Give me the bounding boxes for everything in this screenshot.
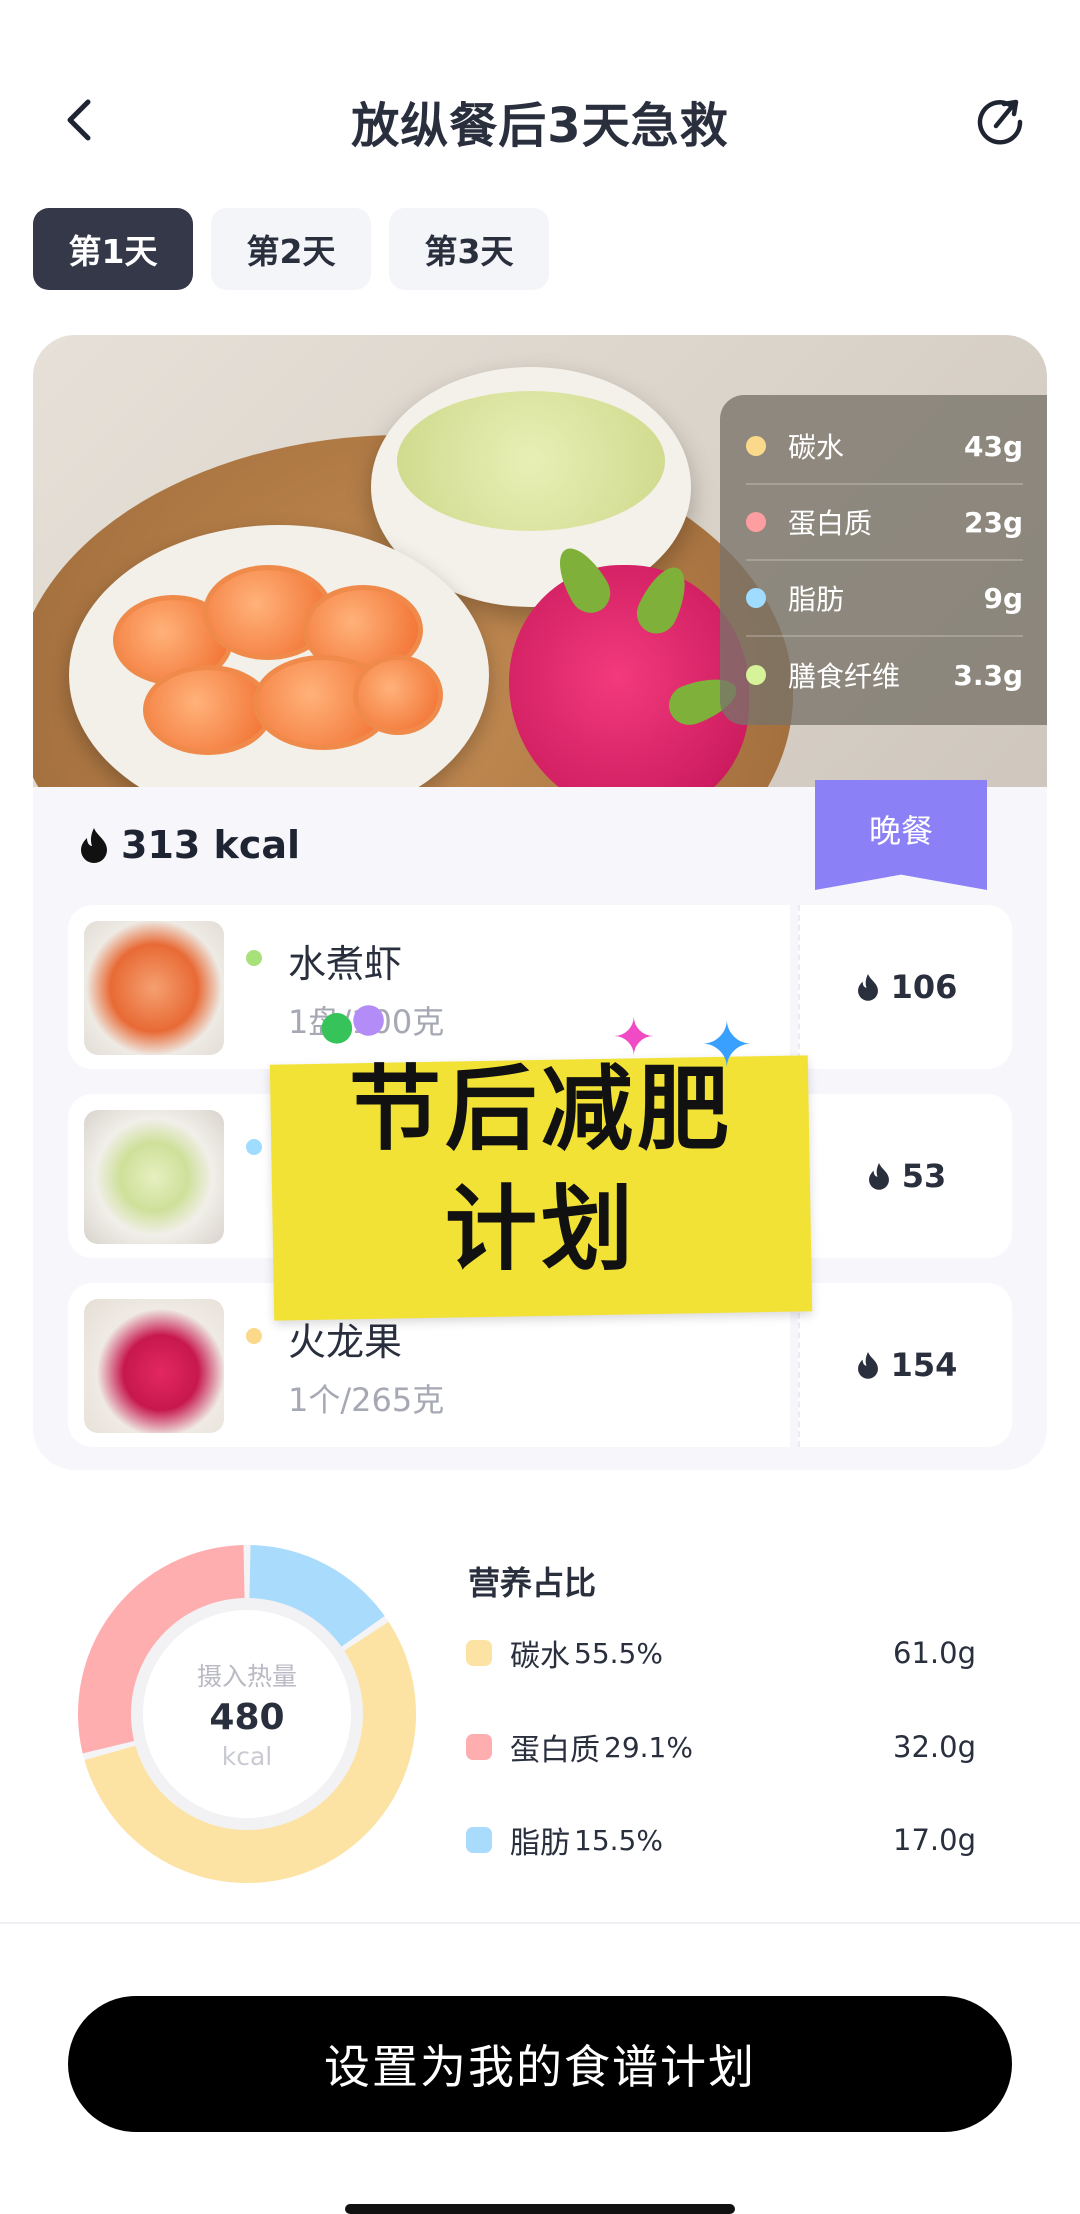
macro-row-carbs: 碳水 43g — [746, 409, 1023, 485]
food-row[interactable]: 水煮虾 1盘/100克 106 — [68, 905, 1012, 1069]
section-divider — [0, 1922, 1080, 1924]
flame-icon — [857, 1352, 878, 1379]
meal-type-badge: 晚餐 — [815, 780, 987, 890]
nutrition-title: 营养占比 — [468, 1564, 597, 1602]
set-plan-button[interactable]: 设置为我的食谱计划 — [68, 1996, 1012, 2132]
macro-panel: 碳水 43g 蛋白质 23g 脂肪 9g 膳食纤维 3.3g — [720, 395, 1047, 725]
overlay-title: 节后减肥 计划 — [348, 1056, 733, 1283]
food-thumbnail — [84, 921, 224, 1055]
tab-day-1[interactable]: 第1天 — [33, 208, 193, 290]
sparkle-icon: ✦ — [612, 1008, 656, 1068]
home-indicator — [345, 2204, 735, 2214]
food-kcal: 106 — [798, 905, 1012, 1069]
meal-photo: 碳水 43g 蛋白质 23g 脂肪 9g 膳食纤维 3.3g — [33, 335, 1047, 787]
tab-day-2[interactable]: 第2天 — [211, 208, 371, 290]
flame-icon — [857, 974, 878, 1001]
flame-icon — [81, 828, 107, 863]
sparkle-icon: ✦ — [700, 1009, 754, 1083]
day-tabs: 第1天 第2天 第3天 — [33, 208, 549, 290]
meal-kcal: 313 kcal — [77, 823, 300, 867]
food-kcal: 53 — [798, 1094, 1012, 1258]
tab-day-3[interactable]: 第3天 — [389, 208, 549, 290]
macro-row-fiber: 膳食纤维 3.3g — [746, 637, 1023, 713]
legend-row-fat: 脂肪 15.5% 17.0g — [466, 1815, 976, 1865]
share-button[interactable] — [970, 90, 1030, 150]
food-thumbnail — [84, 1299, 224, 1433]
page-title: 放纵餐后3天急救 — [351, 98, 729, 154]
food-quantity: 1个/265克 — [288, 1381, 445, 1419]
flame-icon — [868, 1163, 889, 1190]
macro-row-fat: 脂肪 9g — [746, 561, 1023, 637]
share-icon — [977, 99, 1023, 145]
legend-row-protein: 蛋白质 29.1% 32.0g — [466, 1722, 976, 1772]
food-kcal: 154 — [798, 1283, 1012, 1447]
app-header: 放纵餐后3天急救 — [0, 0, 1080, 240]
macro-row-protein: 蛋白质 23g — [746, 485, 1023, 561]
legend-row-carbs: 碳水 55.5% 61.0g — [466, 1628, 976, 1678]
food-thumbnail — [84, 1110, 224, 1244]
nutrition-donut-chart: 摄入热量 480 kcal — [77, 1545, 416, 1883]
food-name: 水煮虾 — [288, 942, 403, 986]
donut-center: 摄入热量 480 kcal — [196, 1662, 297, 1771]
